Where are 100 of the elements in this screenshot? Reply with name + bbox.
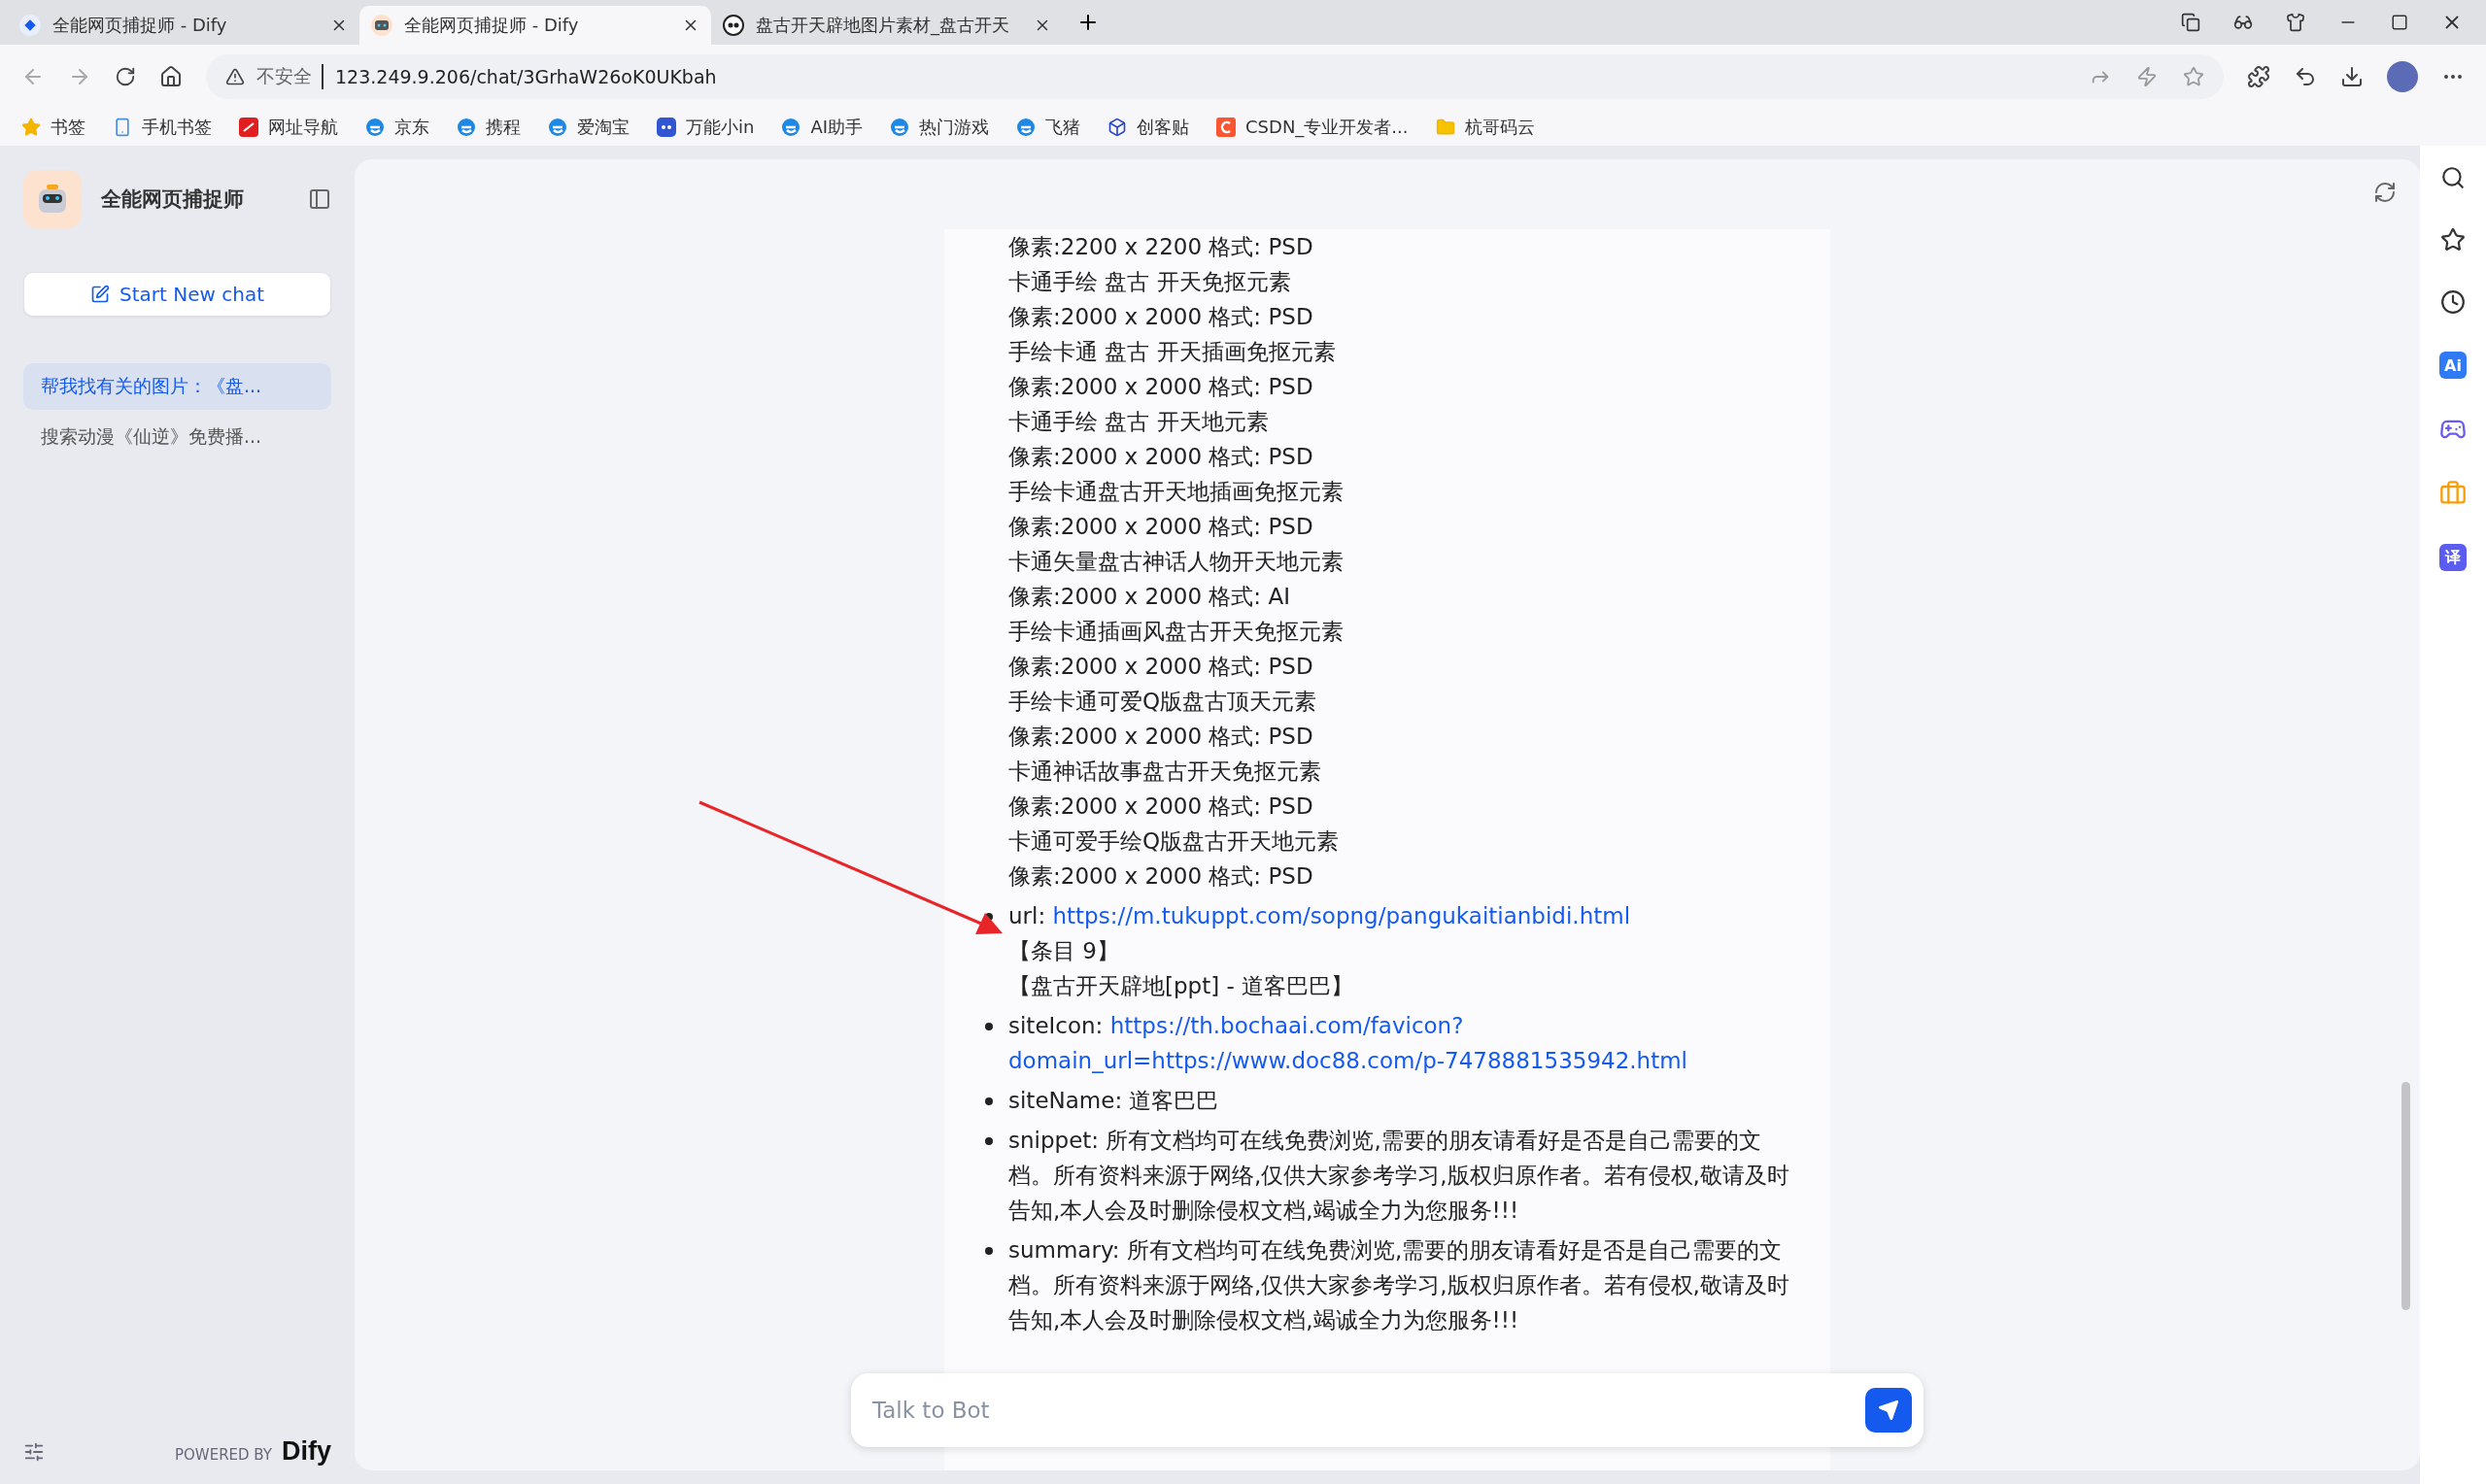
- send-button[interactable]: [1865, 1388, 1912, 1433]
- phone-icon: [113, 118, 132, 137]
- shirt-icon[interactable]: [2286, 13, 2305, 32]
- undo-icon[interactable]: [2294, 65, 2317, 88]
- settings-icon[interactable]: [23, 1440, 45, 1463]
- bullet-icon: [985, 1137, 993, 1145]
- home-icon[interactable]: [159, 65, 183, 88]
- browser-logo-icon: [890, 118, 910, 137]
- glasses-icon[interactable]: [2233, 13, 2253, 32]
- maximize-icon[interactable]: [2391, 14, 2408, 31]
- message-line: 像素:2000 x 2000 格式: PSD: [1008, 373, 1314, 401]
- message-line: 像素:2000 x 2000 格式: PSD: [1008, 793, 1314, 821]
- edit-icon: [90, 285, 110, 304]
- bookmark-link[interactable]: 热门游戏: [890, 116, 990, 139]
- message-line: 像素:2000 x 2000 格式: PSD: [1008, 723, 1314, 751]
- chat-input-box[interactable]: Talk to Bot: [851, 1373, 1924, 1447]
- bookmark-link[interactable]: 携程: [457, 116, 521, 139]
- app-logo-icon: [19, 15, 41, 36]
- browser-tab[interactable]: 盘古开天辟地图片素材_盘古开天: [711, 6, 1063, 45]
- list-item-text: siteIcon: https://th.bochaai.com/favicon? domain_url=https://www.doc88.com/p-7478881535942.html: [1008, 1012, 1688, 1075]
- site-logo-icon: [1216, 118, 1237, 137]
- message-line: 像素:2000 x 2000 格式: PSD: [1008, 862, 1314, 891]
- list-item-text: url: https://m.tukuppt.com/sopng/pangukaitianbidi.html: [1008, 902, 1632, 930]
- conversation-item[interactable]: 帮我找有关的图片：《盘...: [23, 363, 331, 410]
- message-line: 【条目 9】: [1008, 937, 1120, 965]
- robot-icon: [371, 15, 392, 36]
- brand-logo: Dify: [282, 1436, 331, 1467]
- reload-icon[interactable]: [115, 66, 136, 87]
- download-icon[interactable]: [2340, 65, 2364, 88]
- profile-avatar[interactable]: [2387, 61, 2418, 92]
- message-line: 像素:2000 x 2000 格式: PSD: [1008, 443, 1314, 471]
- message-line: 卡通可爱手绘Q版盘古开天地元素: [1008, 827, 1341, 856]
- message-line: 手绘卡通插画风盘古开天免抠元素: [1008, 618, 1345, 646]
- scrollbar[interactable]: [2401, 1082, 2410, 1310]
- message-line: 像素:2200 x 2200 格式: PSD: [1008, 233, 1314, 261]
- tab-count-icon[interactable]: [2181, 13, 2200, 32]
- bullet-icon: [985, 1247, 993, 1255]
- bookmark-link[interactable]: 杭哥码云: [1435, 116, 1535, 139]
- message-line: 手绘卡通盘古开天地插画免抠元素: [1008, 478, 1345, 506]
- app-name: 全能网页捕捉师: [101, 186, 245, 213]
- link[interactable]: domain_url=https://www.doc88.com/p-7478881535942.html: [1008, 1048, 1687, 1073]
- message-line: 像素:2000 x 2000 格式: PSD: [1008, 303, 1314, 331]
- message-line: 卡通矢量盘古神话人物开天地元素: [1008, 548, 1345, 576]
- panda-icon: [723, 15, 744, 36]
- sidebar-toggle-icon[interactable]: [308, 187, 331, 211]
- bookmark-link[interactable]: 万能小in: [657, 116, 755, 139]
- conversation-item[interactable]: 搜索动漫《仙逆》免费播...: [23, 414, 331, 460]
- url-text: 123.249.9.206/chat/3GrhaW26oK0UKbah: [335, 66, 717, 87]
- message-line: 像素:2000 x 2000 格式: PSD: [1008, 513, 1314, 541]
- message-line: 卡通手绘 盘古 开天地元素: [1008, 408, 1270, 436]
- list-item-text: snippet: 所有文档均可在线免费浏览,需要的朋友请看好是否是自己需要的文档。所有资料来源于网络,仅供大家参考学习,版权归原作者。若有侵权,敬请及时告知,本人会及时删除侵权文档,竭诚全力为您服务!!!: [1008, 1127, 1790, 1225]
- folder-icon: [1435, 118, 1455, 137]
- list-item-text: summary: 所有文档均可在线免费浏览,需要的朋友请看好是否是自己需要的文档。所有资料来源于网络,仅供大家参考学习,版权归原作者。若有侵权,敬请及时告知,本人会及时删除侵权文档,竭诚全力为您服务!!!: [1008, 1236, 1790, 1334]
- bookmark-link[interactable]: 手机书签: [113, 116, 212, 139]
- bookmark-link[interactable]: 创客贴: [1107, 116, 1190, 139]
- bookmark-link[interactable]: 飞猪: [1016, 116, 1081, 139]
- star-icon[interactable]: [2440, 227, 2466, 253]
- star-icon[interactable]: [2183, 66, 2204, 87]
- bullet-icon: [985, 1097, 993, 1105]
- tab-title: 全能网页捕捉师 - Dify: [52, 14, 228, 37]
- bookmark-link[interactable]: CSDN_专业开发者...: [1216, 116, 1409, 139]
- tab-title: 盘古开天辟地图片素材_盘古开天: [756, 14, 1010, 37]
- new-chat-button[interactable]: Start New chat: [23, 272, 331, 317]
- tool-button[interactable]: Ai: [2439, 352, 2467, 379]
- bookmark-link[interactable]: 书签: [21, 116, 85, 139]
- link[interactable]: https://th.bochaai.com/favicon?: [1109, 1013, 1464, 1038]
- cube-icon: [1107, 118, 1128, 137]
- powered-by-label: POWERED BY: [174, 1446, 272, 1464]
- security-label: 不安全: [256, 64, 324, 89]
- address-bar[interactable]: 不安全 123.249.9.206/chat/3GrhaW26oK0UKbah: [206, 54, 2224, 99]
- browser-logo-icon: [781, 118, 801, 137]
- browser-logo-icon: [365, 118, 385, 137]
- refresh-icon[interactable]: [2373, 181, 2397, 204]
- site-logo-icon: [239, 118, 258, 137]
- robot-icon: [657, 118, 676, 137]
- browser-tab[interactable]: 全能网页捕捉师 - Dify: [359, 6, 711, 45]
- message-line: 手绘卡通 盘古 开天插画免抠元素: [1008, 338, 1337, 366]
- browser-logo-icon: [548, 118, 567, 137]
- browser-logo-icon: [457, 118, 476, 137]
- bullet-icon: [985, 1023, 993, 1030]
- send-icon: [1878, 1400, 1899, 1421]
- tab-title: 全能网页捕捉师 - Dify: [404, 14, 580, 37]
- extensions-icon[interactable]: [2247, 65, 2270, 88]
- chat-input[interactable]: Talk to Bot: [870, 1397, 1865, 1424]
- bookmark-link[interactable]: 网址导航: [239, 116, 338, 139]
- clock-icon[interactable]: [2440, 289, 2466, 315]
- message-line: 卡通神话故事盘古开天免抠元素: [1008, 758, 1322, 786]
- bookmark-link[interactable]: 京东: [365, 116, 429, 139]
- message-line: 像素:2000 x 2000 格式: PSD: [1008, 653, 1314, 681]
- search-icon[interactable]: [2440, 165, 2466, 190]
- tool-button[interactable]: 译: [2439, 544, 2467, 571]
- message-line: 【盘古开天辟地[ppt] - 道客巴巴】: [1008, 972, 1355, 1000]
- link[interactable]: https://m.tukuppt.com/sopng/pangukaitianbidi.html: [1052, 903, 1631, 928]
- message-line: 像素:2000 x 2000 格式: AI: [1008, 583, 1291, 611]
- browser-logo-icon: [1016, 118, 1037, 137]
- bookmark-link[interactable]: AI助手: [781, 116, 864, 139]
- browser-tab[interactable]: 全能网页捕捉师 - Dify: [8, 6, 359, 45]
- warning-icon: [225, 67, 245, 86]
- message-line: 手绘卡通可爱Q版盘古顶天元素: [1008, 688, 1318, 716]
- bookmark-link[interactable]: 爱淘宝: [548, 116, 630, 139]
